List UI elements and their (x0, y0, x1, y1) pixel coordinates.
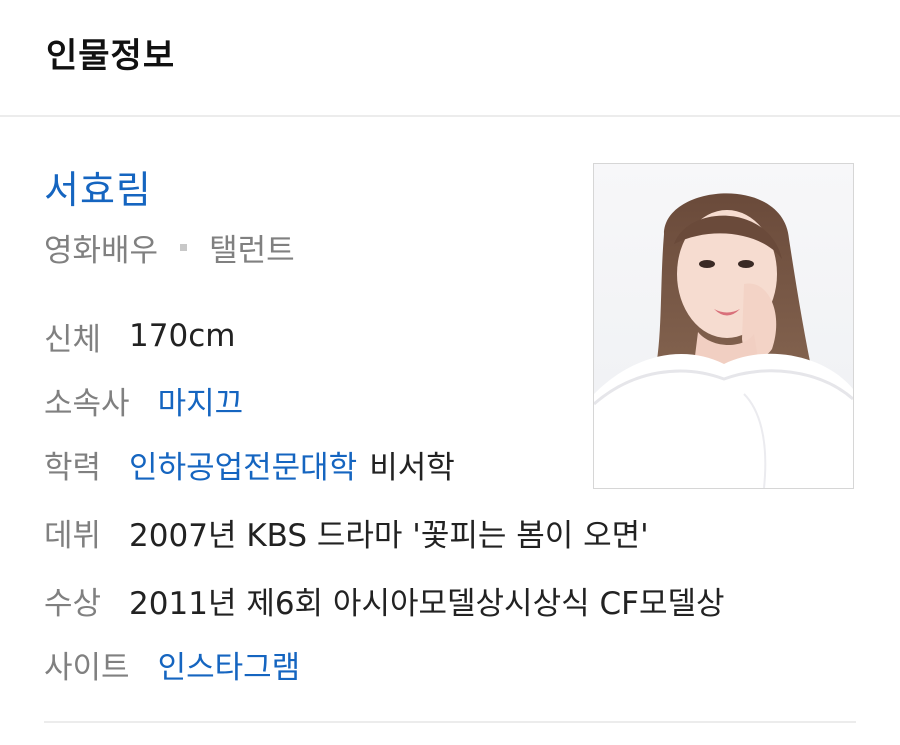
portrait-image (594, 164, 853, 488)
info-label: 수상 (44, 585, 102, 622)
info-label: 신체 (44, 321, 102, 358)
profile-card: 서효림 영화배우 탤런트 신체 170cm 소속사 마지끄 학력 인하공업전문대… (0, 117, 900, 745)
info-label: 소속사 (44, 385, 130, 422)
info-row-body: 신체 170cm (44, 311, 235, 361)
occupation-item: 탤런트 (209, 233, 295, 269)
info-value: 170cm (129, 318, 236, 354)
section-title: 인물정보 (46, 36, 176, 76)
info-value: 2007년 KBS 드라마 '꽃피는 봄이 오면' (129, 517, 649, 554)
instagram-link[interactable]: 인스타그램 (158, 642, 301, 687)
profile-photo[interactable] (593, 163, 854, 489)
school-link[interactable]: 인하공업전문대학 (129, 442, 357, 487)
agency-link[interactable]: 마지끄 (158, 378, 244, 423)
section-header: 인물정보 (0, 0, 900, 117)
info-row-education: 학력 인하공업전문대학 비서학 (44, 439, 455, 489)
separator-dot-icon (180, 244, 188, 251)
major-text: 비서학 (369, 449, 455, 486)
bottom-divider (44, 721, 856, 723)
info-row-agency: 소속사 마지끄 (44, 375, 243, 425)
info-value: 2011년 제6회 아시아모델상시상식 CF모델상 (129, 585, 725, 622)
info-row-site: 사이트 인스타그램 (44, 639, 300, 689)
info-label: 데뷔 (44, 517, 102, 554)
info-label: 사이트 (44, 649, 130, 686)
info-row-debut: 데뷔 2007년 KBS 드라마 '꽃피는 봄이 오면' (44, 507, 649, 557)
person-name-link[interactable]: 서효림 (44, 159, 152, 214)
info-label: 학력 (44, 449, 102, 486)
occupation-list: 영화배우 탤런트 (44, 225, 295, 270)
occupation-item: 영화배우 (44, 233, 159, 269)
info-row-award: 수상 2011년 제6회 아시아모델상시상식 CF모델상 (44, 575, 725, 625)
